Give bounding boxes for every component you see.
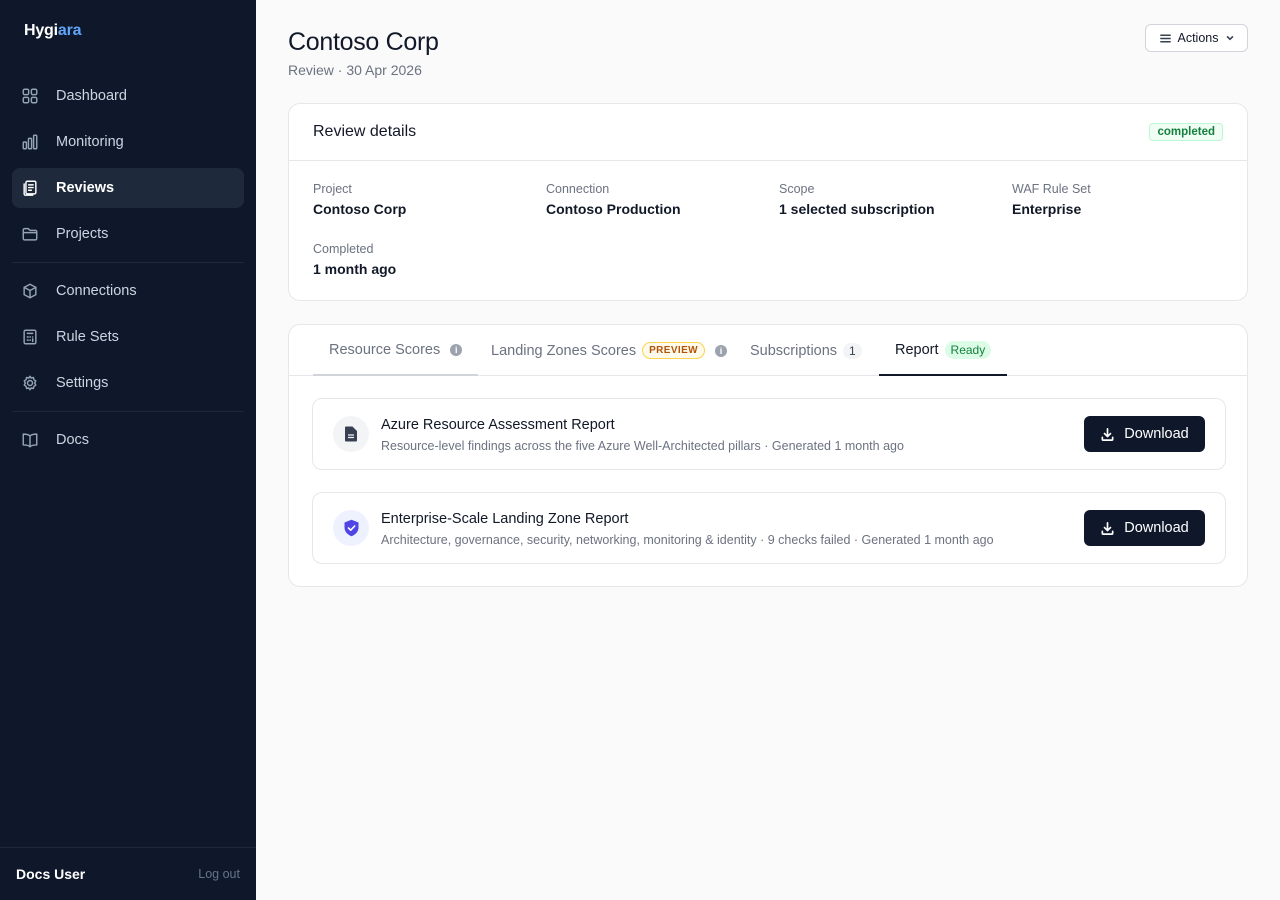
- brand-prefix: Hygi: [24, 22, 58, 39]
- sidebar-item-label: Projects: [56, 226, 109, 242]
- field-label: Connection: [546, 182, 610, 196]
- field-connection: Connection Contoso Production: [546, 182, 681, 217]
- page-subtitle: Review · 30 Apr 2026: [288, 62, 422, 78]
- shield-check-icon: [333, 510, 369, 546]
- sidebar-divider: [12, 262, 244, 263]
- field-label: WAF Rule Set: [1012, 182, 1091, 196]
- report-title: Azure Resource Assessment Report: [381, 417, 615, 433]
- tab-label: Landing Zones Scores: [491, 342, 637, 359]
- review-details-card: Review details completed Project Contoso…: [288, 103, 1248, 301]
- tab-report[interactable]: Report Ready: [879, 325, 1008, 376]
- sidebar-item-label: Settings: [56, 375, 109, 391]
- report-description: Architecture, governance, security, netw…: [381, 533, 994, 547]
- report-description: Resource-level findings across the five …: [381, 439, 904, 453]
- cube-icon: [20, 281, 40, 301]
- field-label: Project: [313, 182, 352, 196]
- tab-subscriptions[interactable]: Subscriptions 1: [734, 325, 878, 376]
- download-button[interactable]: Download: [1084, 510, 1205, 546]
- field-completed: Completed 1 month ago: [313, 242, 396, 277]
- main-content: Contoso Corp Review · 30 Apr 2026 Action…: [256, 0, 1280, 900]
- book-icon: [20, 430, 40, 450]
- sidebar-item-projects[interactable]: Projects: [12, 214, 244, 254]
- sidebar-divider: [12, 411, 244, 412]
- tab-landing-zones-scores[interactable]: Landing Zones Scores PREVIEW i: [475, 325, 743, 376]
- field-value: 1 month ago: [313, 261, 397, 277]
- review-tabs-card: Resource Scores i Landing Zones Scores P…: [288, 324, 1248, 587]
- sidebar-item-label: Rule Sets: [56, 329, 119, 345]
- sidebar-item-settings[interactable]: Settings: [12, 363, 244, 403]
- preview-badge: PREVIEW: [642, 342, 706, 359]
- download-label: Download: [1124, 426, 1189, 442]
- gear-icon: [20, 373, 40, 393]
- download-button[interactable]: Download: [1084, 416, 1205, 452]
- bar-chart-icon: [20, 132, 40, 152]
- tab-bar: Resource Scores i Landing Zones Scores P…: [289, 325, 1247, 376]
- field-label: Completed: [313, 242, 374, 256]
- report-title: Enterprise-Scale Landing Zone Report: [381, 511, 629, 527]
- logout-link[interactable]: Log out: [198, 867, 240, 881]
- sidebar-item-reviews[interactable]: Reviews: [12, 168, 244, 208]
- sidebar-item-label: Dashboard: [56, 88, 127, 104]
- info-icon[interactable]: i: [715, 344, 728, 357]
- download-label: Download: [1124, 520, 1189, 536]
- ready-badge: Ready: [944, 340, 992, 359]
- sidebar-item-label: Connections: [56, 283, 137, 299]
- tab-label: Subscriptions: [750, 342, 838, 359]
- document-icon: [333, 416, 369, 452]
- folder-icon: [20, 224, 40, 244]
- field-value: Contoso Production: [546, 201, 681, 217]
- count-badge: 1: [843, 342, 862, 359]
- brand-suffix: ara: [57, 22, 82, 39]
- tab-label: Resource Scores: [329, 341, 441, 358]
- field-label: Scope: [779, 182, 815, 196]
- tab-label: Report: [895, 341, 939, 358]
- field-project: Project Contoso Corp: [313, 182, 406, 217]
- sidebar-item-docs[interactable]: Docs: [12, 420, 244, 460]
- sidebar: Hygiara Dashboard Monitoring Reviews Pro…: [0, 0, 256, 900]
- field-waf-rule-set: WAF Rule Set Enterprise: [1012, 182, 1091, 217]
- field-scope: Scope 1 selected subscription: [779, 182, 935, 217]
- clipboard-icon: [20, 178, 40, 198]
- user-name: Docs User: [16, 866, 86, 882]
- calculator-icon: [20, 327, 40, 347]
- menu-icon: [1159, 34, 1171, 42]
- sidebar-item-dashboard[interactable]: Dashboard: [12, 76, 244, 116]
- chevron-down-icon: [1226, 36, 1233, 41]
- info-icon[interactable]: i: [450, 343, 463, 356]
- sidebar-item-rule-sets[interactable]: Rule Sets: [12, 317, 244, 357]
- review-details-title: Review details: [313, 123, 417, 140]
- sidebar-item-monitoring[interactable]: Monitoring: [12, 122, 244, 162]
- sidebar-item-label: Docs: [56, 432, 90, 448]
- review-details-header: Review details completed: [289, 104, 1247, 161]
- actions-button[interactable]: Actions: [1145, 24, 1248, 52]
- report-item-resource-assessment: Azure Resource Assessment Report Resourc…: [312, 398, 1226, 470]
- sidebar-footer: Docs User Log out: [0, 847, 256, 900]
- tab-resource-scores[interactable]: Resource Scores i: [313, 325, 479, 376]
- actions-label: Actions: [1177, 31, 1219, 45]
- field-value: Enterprise: [1012, 201, 1082, 217]
- sidebar-item-connections[interactable]: Connections: [12, 271, 244, 311]
- sidebar-item-label: Monitoring: [56, 134, 124, 150]
- sidebar-item-label: Reviews: [56, 180, 115, 196]
- report-item-landing-zone: Enterprise-Scale Landing Zone Report Arc…: [312, 492, 1226, 564]
- status-badge: completed: [1149, 123, 1223, 141]
- field-value: 1 selected subscription: [779, 201, 935, 217]
- page-title: Contoso Corp: [288, 28, 439, 56]
- brand-logo[interactable]: Hygiara: [24, 22, 82, 40]
- field-value: Contoso Corp: [313, 201, 407, 217]
- grid-icon: [20, 86, 40, 106]
- download-icon: [1101, 427, 1114, 441]
- download-icon: [1101, 521, 1114, 535]
